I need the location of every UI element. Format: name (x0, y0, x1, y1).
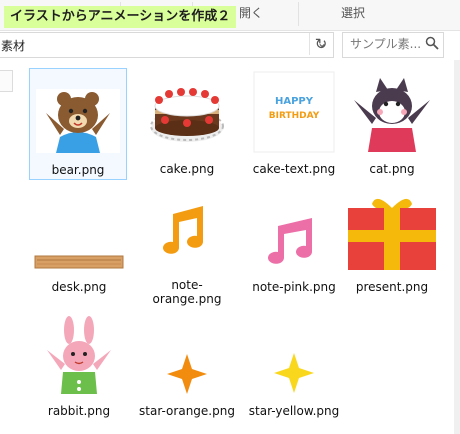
file-name: note-orange.png (152, 278, 222, 306)
bear-thumbnail (36, 89, 120, 153)
search-icon[interactable] (425, 36, 439, 50)
file-name: star-orange.png (139, 404, 235, 418)
file-name: present.png (355, 280, 429, 294)
search-input[interactable] (348, 36, 430, 52)
file-item-note-pink[interactable]: note-pink.png (246, 186, 342, 296)
file-item-cat[interactable]: cat.png (344, 68, 440, 178)
ribbon-tab-select[interactable]: 選択 (330, 0, 376, 30)
file-item-star-orange[interactable]: star-orange.png (139, 310, 235, 420)
file-name: rabbit.png (47, 404, 111, 418)
desk-thumbnail (34, 255, 124, 269)
file-item-rabbit[interactable]: rabbit.png (31, 310, 127, 420)
star-yellow-thumbnail (271, 350, 317, 396)
file-name: note-pink.png (252, 280, 336, 294)
address-path: 素材 (1, 39, 26, 53)
scrollbar[interactable] (454, 60, 460, 434)
file-name: bear.png (51, 163, 105, 177)
note-pink-thumbnail (266, 216, 322, 270)
file-name: cat.png (369, 162, 415, 176)
note-orange-thumbnail (163, 206, 203, 254)
file-name: cake.png (159, 162, 215, 176)
file-item-present[interactable]: present.png (344, 186, 440, 296)
refresh-icon[interactable]: ↻ (309, 33, 332, 55)
cat-thumbnail (348, 76, 436, 152)
address-bar[interactable]: 素材 ⌄ (0, 32, 334, 58)
file-item-desk[interactable]: desk.png (31, 186, 127, 296)
file-item-cake-text[interactable]: HAPPY BIRTHDAY cake-text.png (246, 68, 342, 178)
file-item-note-orange[interactable]: note-orange.png (139, 186, 235, 306)
navigation-pane-edge (0, 70, 13, 92)
file-name: desk.png (51, 280, 107, 294)
rabbit-thumbnail (43, 314, 115, 394)
cake-thumbnail (147, 72, 227, 152)
file-item-bear[interactable]: bear.png (29, 68, 127, 180)
present-thumbnail (348, 198, 436, 270)
star-orange-thumbnail (167, 354, 207, 394)
cake-text-thumbnail: HAPPY BIRTHDAY (253, 71, 335, 153)
file-name: cake-text.png (252, 162, 336, 176)
ribbon: 整理 新規 開く 選択 イラストからアニメーションを作成２ (0, 0, 460, 31)
file-item-star-yellow[interactable]: star-yellow.png (246, 310, 342, 420)
file-name: star-yellow.png (248, 404, 340, 418)
svg-text:HAPPY: HAPPY (275, 96, 314, 107)
search-box[interactable] (342, 32, 444, 58)
video-title-badge: イラストからアニメーションを作成２ (4, 6, 237, 28)
file-item-cake[interactable]: cake.png (139, 68, 235, 178)
ribbon-separator (298, 2, 299, 26)
svg-text:BIRTHDAY: BIRTHDAY (269, 111, 320, 121)
